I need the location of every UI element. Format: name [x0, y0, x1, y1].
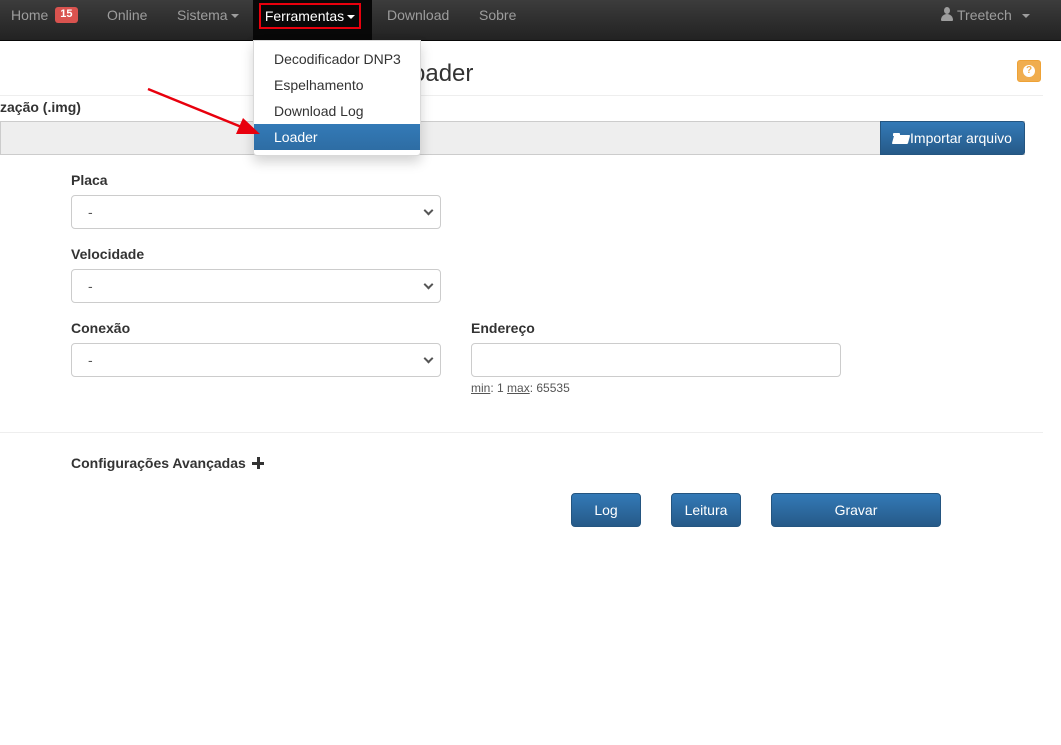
folder-open-icon — [893, 133, 909, 144]
caret-down-icon — [347, 15, 356, 20]
caret-down-icon — [230, 14, 239, 19]
help-button[interactable]: ? — [1017, 60, 1041, 82]
conexao-select-value: - — [88, 352, 93, 368]
velocidade-select[interactable]: - — [71, 269, 441, 303]
chevron-down-icon — [423, 205, 434, 216]
min-label: min — [471, 381, 491, 395]
nav-home[interactable]: Home 15 — [11, 0, 78, 41]
import-file-label: Importar arquivo — [910, 130, 1012, 146]
endereco-range-hint: min: 1 max: 65535 — [471, 381, 570, 395]
log-button-label: Log — [594, 502, 618, 518]
nav-user-label: Treetech — [957, 7, 1012, 23]
log-button[interactable]: Log — [571, 493, 641, 527]
menu-item-decodificador-dnp3[interactable]: Decodificador DNP3 — [254, 46, 420, 72]
nav-sobre[interactable]: Sobre — [479, 0, 516, 41]
gravar-button[interactable]: Gravar — [771, 493, 941, 527]
max-value: : 65535 — [529, 381, 570, 395]
leitura-button-label: Leitura — [684, 502, 728, 518]
nav-ferramentas[interactable]: Ferramentas — [259, 3, 361, 29]
ferramentas-dropdown-menu: Decodificador DNP3 Espelhamento Download… — [253, 40, 421, 156]
plus-icon — [251, 457, 264, 469]
file-path-display — [0, 121, 1025, 155]
top-navbar: Home 15 Online Sistema Ferramentas Downl… — [0, 0, 1061, 41]
question-icon: ? — [1023, 65, 1035, 77]
min-value: : 1 — [490, 381, 508, 395]
placa-select[interactable]: - — [71, 195, 441, 229]
max-label: max — [507, 381, 530, 395]
nav-home-label: Home — [11, 7, 49, 23]
nav-sobre-label: Sobre — [479, 7, 517, 23]
divider — [0, 95, 1043, 96]
chevron-down-icon — [423, 353, 434, 364]
nav-download[interactable]: Download — [387, 0, 449, 41]
file-section-label: zação (.img) — [0, 99, 81, 115]
chevron-down-icon — [423, 279, 434, 290]
advanced-settings-label: Configurações Avançadas — [71, 455, 246, 471]
menu-item-loader[interactable]: Loader — [254, 124, 420, 150]
conexao-label: Conexão — [71, 320, 131, 336]
endereco-input[interactable] — [471, 343, 841, 377]
nav-online-label: Online — [107, 7, 148, 23]
leitura-button[interactable]: Leitura — [671, 493, 741, 527]
menu-item-espelhamento[interactable]: Espelhamento — [254, 72, 420, 98]
menu-item-download-log[interactable]: Download Log — [254, 98, 420, 124]
caret-down-icon — [1021, 14, 1030, 19]
gravar-button-label: Gravar — [834, 502, 878, 518]
nav-ferramentas-label: Ferramentas — [264, 8, 345, 24]
placa-select-value: - — [88, 204, 93, 220]
nav-user-menu[interactable]: Treetech — [940, 0, 1030, 41]
page-title: oader — [412, 60, 474, 87]
divider — [0, 432, 1043, 433]
user-icon — [940, 7, 954, 21]
notification-badge: 15 — [55, 7, 78, 24]
advanced-settings-toggle[interactable]: Configurações Avançadas — [71, 455, 264, 471]
nav-sistema-label: Sistema — [177, 7, 228, 23]
conexao-select[interactable]: - — [71, 343, 441, 377]
nav-download-label: Download — [387, 7, 450, 23]
nav-online[interactable]: Online — [107, 0, 147, 41]
placa-label: Placa — [71, 172, 108, 188]
import-file-button[interactable]: Importar arquivo — [880, 121, 1025, 155]
velocidade-label: Velocidade — [71, 246, 145, 262]
endereco-label: Endereço — [471, 320, 535, 336]
velocidade-select-value: - — [88, 278, 93, 294]
nav-sistema[interactable]: Sistema — [177, 0, 239, 41]
